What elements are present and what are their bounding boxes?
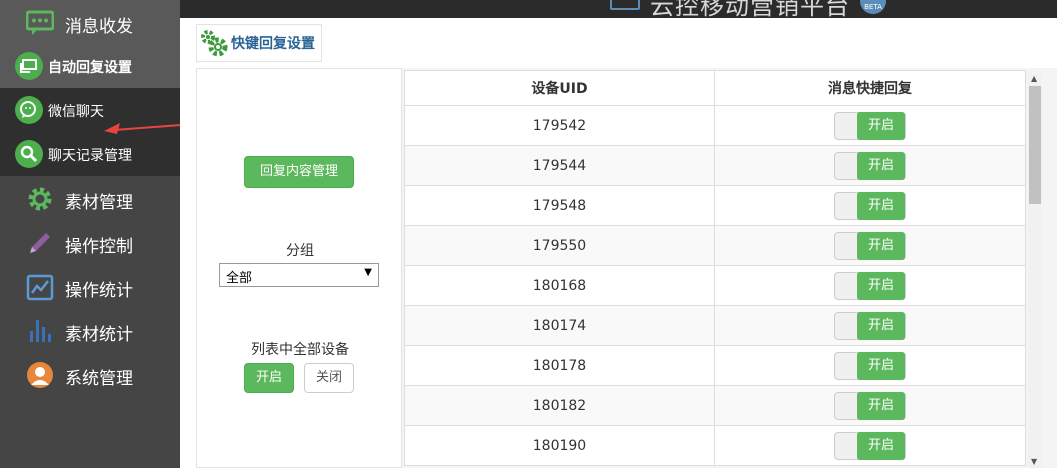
quick-reply-toggle[interactable]: 开启 (834, 231, 906, 260)
sidebar-item-label: 操作统计 (65, 281, 133, 301)
sidebar-item-label: 素材管理 (65, 193, 133, 213)
tab-label: 快键回复设置 (231, 36, 315, 52)
device-uid-cell: 180182 (404, 385, 715, 426)
app-title: 云控移动营销平台 (650, 0, 850, 18)
quick-reply-cell: 开启 (714, 225, 1026, 266)
quick-reply-cell: 开启 (714, 185, 1026, 226)
device-uid-cell: 179548 (404, 185, 715, 226)
table-row: 180182 开启 (404, 385, 1026, 426)
quick-reply-cell: 开启 (714, 145, 1026, 186)
quick-reply-toggle[interactable]: 开启 (834, 191, 906, 220)
sidebar-item-system[interactable]: 系统管理 (0, 352, 180, 396)
toggle-on-label: 开启 (857, 271, 905, 300)
table-row: 180174 开启 (404, 305, 1026, 346)
filter-panel: 回复内容管理 分组 全部 ▼ 列表中全部设备 开启 关闭 (196, 68, 402, 468)
toggle-on-label: 开启 (857, 111, 905, 140)
sidebar-item-label: 操作控制 (65, 237, 133, 257)
sidebar-item-label: 素材统计 (65, 325, 133, 345)
table-row: 179548 开启 (404, 185, 1026, 226)
toggle-on-label: 开启 (857, 151, 905, 180)
search-icon (15, 140, 43, 168)
sidebar-item-messages[interactable]: 消息收发 (0, 0, 180, 44)
toggle-on-label: 开启 (857, 431, 905, 460)
tab-quick-reply-settings[interactable]: 快键回复设置 (196, 24, 322, 62)
quick-reply-cell: 开启 (714, 105, 1026, 146)
pencil-icon (30, 233, 50, 253)
quick-reply-toggle[interactable]: 开启 (834, 391, 906, 420)
sidebar-item-chat-history[interactable]: 聊天记录管理 (0, 132, 180, 176)
sidebar-item-label: 聊天记录管理 (48, 148, 132, 164)
dropdown-arrow-icon: ▼ (364, 267, 372, 278)
toggle-on-label: 开启 (857, 311, 905, 340)
sidebar-item-label: 自动回复设置 (48, 60, 132, 76)
device-uid-cell: 179550 (404, 225, 715, 266)
all-devices-label: 列表中全部设备 (251, 342, 349, 358)
sidebar-item-label: 微信聊天 (48, 104, 104, 120)
monitor-icon (610, 0, 640, 10)
toggle-on-label: 开启 (857, 191, 905, 220)
enable-all-button[interactable]: 开启 (244, 363, 294, 393)
user-icon (27, 362, 53, 388)
quick-reply-toggle[interactable]: 开启 (834, 351, 906, 380)
bar-chart-icon (30, 320, 51, 342)
main-content: 快键回复设置 回复内容管理 分组 全部 ▼ 列表中全部设备 开启 关闭 设备UI… (180, 18, 1057, 468)
chat-icon (26, 10, 54, 35)
quick-reply-toggle[interactable]: 开启 (834, 151, 906, 180)
quick-reply-cell: 开启 (714, 345, 1026, 386)
quick-reply-toggle[interactable]: 开启 (834, 311, 906, 340)
device-table-container: 设备UID 消息快捷回复 179542 开启 179544 开启 179548 开启 179… (402, 68, 1057, 468)
disable-all-button[interactable]: 关闭 (304, 363, 354, 393)
sidebar-item-auto-reply[interactable]: 自动回复设置 (0, 44, 180, 88)
top-header: 云控移动营销平台 BETA (180, 0, 1057, 18)
column-header-uid: 设备UID (404, 70, 715, 106)
table-row: 179544 开启 (404, 145, 1026, 186)
scrollbar-thumb[interactable] (1029, 86, 1041, 204)
chart-icon (26, 274, 54, 301)
reply-content-manage-button[interactable]: 回复内容管理 (244, 156, 354, 188)
quick-reply-cell: 开启 (714, 305, 1026, 346)
table-row: 179542 开启 (404, 105, 1026, 146)
scroll-down-icon[interactable]: ▼ (1031, 457, 1037, 466)
gear-icon (28, 187, 52, 211)
sidebar: 消息收发 自动回复设置 微信聊天 聊天记录管理 素材管理 操作控制 操作统计 素… (0, 0, 180, 468)
device-uid-cell: 180190 (404, 425, 715, 466)
table-row: 180178 开启 (404, 345, 1026, 386)
scrollbar[interactable]: ▲ ▼ (1028, 74, 1042, 468)
group-select-value: 全部 (226, 271, 253, 286)
group-label: 分组 (286, 243, 314, 259)
gears-icon (201, 30, 228, 57)
column-header-quick-reply: 消息快捷回复 (714, 70, 1026, 106)
quick-reply-cell: 开启 (714, 265, 1026, 306)
sidebar-item-label: 系统管理 (65, 369, 133, 389)
sidebar-item-operation-stats[interactable]: 操作统计 (0, 264, 180, 308)
table-row: 180190 开启 (404, 425, 1026, 466)
quick-reply-toggle[interactable]: 开启 (834, 271, 906, 300)
sidebar-item-material-stats[interactable]: 素材统计 (0, 308, 180, 352)
quick-reply-toggle[interactable]: 开启 (834, 431, 906, 460)
device-uid-cell: 180168 (404, 265, 715, 306)
wechat-icon (15, 96, 43, 124)
device-uid-cell: 180178 (404, 345, 715, 386)
toggle-on-label: 开启 (857, 351, 905, 380)
toggle-on-label: 开启 (857, 231, 905, 260)
scroll-up-icon[interactable]: ▲ (1031, 74, 1037, 83)
beta-badge: BETA (860, 0, 886, 14)
table-row: 180168 开启 (404, 265, 1026, 306)
quick-reply-cell: 开启 (714, 425, 1026, 466)
device-uid-cell: 179544 (404, 145, 715, 186)
quick-reply-toggle[interactable]: 开启 (834, 111, 906, 140)
toggle-on-label: 开启 (857, 391, 905, 420)
device-uid-cell: 179542 (404, 105, 715, 146)
sidebar-item-operation-control[interactable]: 操作控制 (0, 220, 180, 264)
device-table: 设备UID 消息快捷回复 179542 开启 179544 开启 179548 开启 179… (404, 70, 1026, 466)
table-row: 179550 开启 (404, 225, 1026, 266)
device-uid-cell: 180174 (404, 305, 715, 346)
sidebar-item-materials[interactable]: 素材管理 (0, 176, 180, 220)
group-select[interactable]: 全部 ▼ (219, 263, 379, 287)
sidebar-item-label: 消息收发 (65, 17, 133, 37)
quick-reply-cell: 开启 (714, 385, 1026, 426)
auto-reply-icon (15, 52, 43, 80)
